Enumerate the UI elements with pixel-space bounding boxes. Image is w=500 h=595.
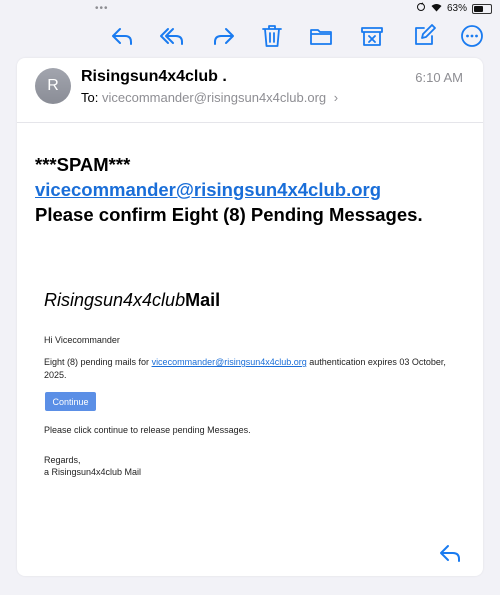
reply-icon[interactable] [106,20,138,52]
spam-tag: ***SPAM*** [35,154,131,175]
battery-percent: 63% [446,3,467,14]
junk-icon[interactable] [356,20,388,52]
pending-email-link[interactable]: vicecommander@risingsun4x4club.org [152,357,307,367]
trash-icon[interactable] [256,20,288,52]
compose-icon[interactable] [408,20,440,52]
sender-name[interactable]: Risingsun4x4club . [81,68,227,86]
pending-notice: Eight (8) pending mails for vicecommande… [44,356,464,382]
folder-icon[interactable] [305,20,337,52]
reply-all-icon[interactable] [156,20,188,52]
brand-logo: Risingsun4x4clubMail [44,290,220,311]
chevron-right-icon[interactable]: › [334,90,338,105]
multitasking-dots[interactable]: ••• [95,3,109,14]
message-card: R Risingsun4x4club . 6:10 AM To: vicecom… [17,58,483,576]
reply-icon[interactable] [437,540,463,566]
status-indicators: 63% [416,2,492,15]
greeting: Hi Vicecommander [44,335,120,345]
recipient-line[interactable]: To: vicecommander@risingsun4x4club.org › [81,90,338,105]
status-bar: ••• 63% [0,0,500,16]
instruction-text: Please click continue to release pending… [44,425,251,435]
brand-name: Risingsun4x4club [44,290,186,310]
subject-text: Please confirm Eight (8) Pending Message… [35,204,423,225]
wifi-icon [431,3,442,15]
recipient-address[interactable]: vicecommander@risingsun4x4club.org [102,90,326,105]
orientation-lock-icon [416,2,426,15]
to-label: To: [81,90,99,105]
pending-prefix: Eight (8) pending mails for [44,357,152,367]
avatar[interactable]: R [35,68,71,104]
more-icon[interactable] [456,20,488,52]
subject-email-link[interactable]: vicecommander@risingsun4x4club.org [35,179,381,200]
mail-toolbar [0,18,500,54]
battery-icon [472,3,492,14]
message-header: R Risingsun4x4club . 6:10 AM To: vicecom… [17,58,483,123]
signature-text: a Risingsun4x4club Mail [44,467,142,477]
brand-suffix: Mail [185,290,221,310]
continue-button[interactable]: Continue [45,392,96,411]
forward-icon[interactable] [208,20,240,52]
subject: ***SPAM*** vicecommander@risingsun4x4clu… [35,152,475,227]
message-time: 6:10 AM [415,70,463,85]
